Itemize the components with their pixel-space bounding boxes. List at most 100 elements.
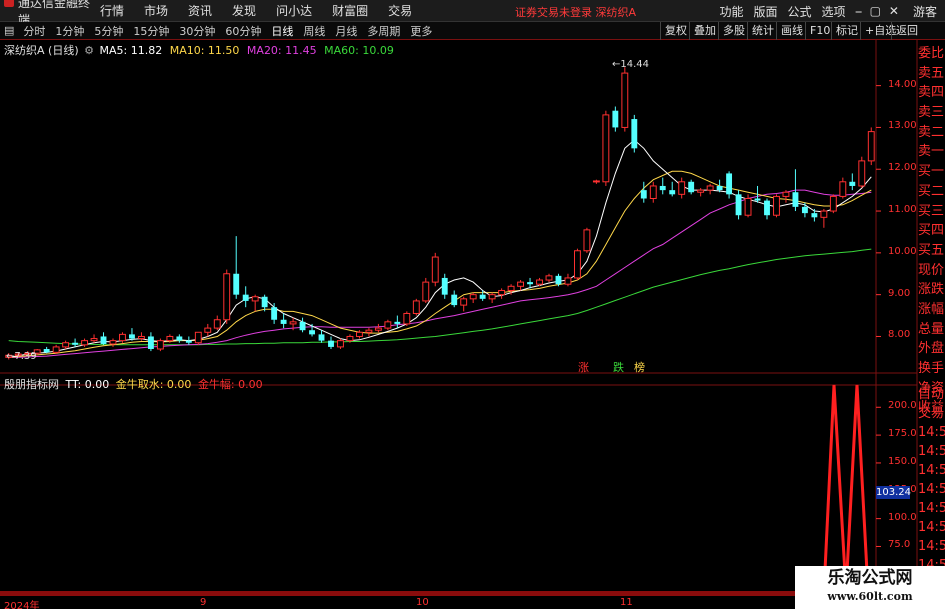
period-5min[interactable]: 5分钟 <box>89 23 128 39</box>
quote-panel-labels: 委比 卖五 卖四 卖三 卖二 卖一 买一 买二 买三 买四 买五 现价 涨跌 涨幅 总量 外盘 换手 净资 收益 <box>918 44 945 418</box>
candle-up <box>365 329 373 333</box>
period-daily[interactable]: 日线 <box>266 23 298 39</box>
quote-label: 换手 <box>918 361 945 376</box>
candle-down <box>43 349 50 353</box>
candle-up <box>649 185 657 200</box>
menu-bar: 通达信金融终端 行情 市场 资讯 发现 问小达 财富圈 交易 证券交易未登录 深… <box>0 0 945 27</box>
indicator-tick-label: 200.0 <box>888 400 917 412</box>
tool-duogu[interactable]: 多股 <box>718 22 749 40</box>
period-60min[interactable]: 60分钟 <box>220 23 266 39</box>
candle-up <box>697 189 705 193</box>
period-more[interactable]: 更多 <box>405 23 437 39</box>
candle-up <box>52 346 60 353</box>
period-1min[interactable]: 1分钟 <box>50 23 89 39</box>
candle-up <box>773 195 780 216</box>
candle-up <box>412 300 420 314</box>
indicator-tick-label: 175.0 <box>888 428 917 440</box>
period-30min[interactable]: 30分钟 <box>174 23 220 39</box>
tool-biaoji[interactable]: 标记 <box>831 22 862 40</box>
candle-down <box>318 334 325 341</box>
quote-label: 买一 <box>918 164 945 180</box>
menu-jiaoyi[interactable]: 交易 <box>388 2 412 19</box>
candle-up <box>62 342 70 348</box>
menu-xuanxiang[interactable]: 选项 <box>822 3 846 20</box>
signal-zhang: 涨 <box>578 361 589 374</box>
window-tools: 功能 版面 公式 选项 ⎯ ▢ ✕ 游客 <box>720 0 945 22</box>
quote-label: 涨跌 <box>918 282 945 298</box>
guest-label[interactable]: 游客 <box>913 3 937 20</box>
period-weekly[interactable]: 周线 <box>298 23 330 39</box>
quote-label: 外盘 <box>918 341 945 357</box>
candle-down <box>754 198 761 201</box>
candle-down <box>185 340 192 343</box>
chart-grid <box>0 40 945 609</box>
watermark-title: 乐淘公式网 <box>827 568 913 588</box>
indicator-zigzag <box>822 384 870 592</box>
tool-huaxian[interactable]: 画线 <box>776 22 807 40</box>
candle-down <box>72 342 79 345</box>
quote-label: 卖二 <box>918 124 945 140</box>
menu-gongneng[interactable]: 功能 <box>720 3 744 20</box>
menu-gongshi[interactable]: 公式 <box>788 3 812 20</box>
tool-tongji[interactable]: 统计 <box>747 22 778 40</box>
candlesticks <box>5 67 875 360</box>
candle-up <box>602 114 610 183</box>
low-label: ←7.39 <box>6 351 37 362</box>
menu-hangqing[interactable]: 行情 <box>100 2 124 19</box>
indicator-tick-label: 150.0 <box>888 455 917 467</box>
settings-icon[interactable]: ⚙ <box>84 44 94 57</box>
restore-icon[interactable]: ▢ <box>870 4 881 18</box>
price-tick-label: 14.00 <box>888 78 917 90</box>
price-tick-label: 9.00 <box>888 287 911 299</box>
candle-up <box>422 281 430 302</box>
ma20-label: MA20: 11.45 <box>246 44 317 57</box>
period-15min[interactable]: 15分钟 <box>128 23 174 39</box>
close-icon[interactable]: ✕ <box>889 4 899 18</box>
candle-down <box>726 173 733 195</box>
menu-faxian[interactable]: 发现 <box>232 2 256 19</box>
login-notice: 证券交易未登录 深纺织A <box>515 6 637 19</box>
sidebar-toggle-icon[interactable]: ▤ <box>0 24 18 37</box>
kline-chart[interactable] <box>0 40 945 609</box>
indicator-tt: TT: 0.00 <box>65 378 110 391</box>
candle-down <box>716 185 723 191</box>
candle-down <box>669 190 676 195</box>
high-label: ←14.44 <box>612 59 650 70</box>
candle-up <box>346 335 354 342</box>
menu-shichang[interactable]: 市场 <box>144 2 168 19</box>
period-monthly[interactable]: 月线 <box>330 23 362 39</box>
minimize-icon[interactable]: ⎯ <box>856 4 862 19</box>
watermark-url: www.60lt.com <box>827 590 913 603</box>
quote-label: 买三 <box>918 203 945 219</box>
x-label-10: 10 <box>416 597 429 608</box>
trade-label: 14:56 <box>918 520 945 535</box>
stock-title[interactable]: 深纺织A (日线) <box>4 44 79 57</box>
candle-up <box>431 256 439 283</box>
candle-down <box>176 336 183 341</box>
period-multi[interactable]: 多周期 <box>362 23 405 39</box>
tool-fanhui[interactable]: 返回 <box>891 22 922 40</box>
candle-up <box>223 273 231 321</box>
candle-up <box>460 298 468 306</box>
menu-caifuquan[interactable]: 财富圈 <box>332 2 368 19</box>
trade-label: 14:56 <box>918 425 945 440</box>
indicator-name[interactable]: 殷朋指标网 <box>4 378 59 391</box>
tool-diejia[interactable]: 叠加 <box>689 22 720 40</box>
price-tick-label: 8.00 <box>888 329 911 341</box>
tool-f10[interactable]: F10 <box>805 22 834 40</box>
candle-up <box>337 340 344 348</box>
ma5-line <box>8 139 872 358</box>
candle-down <box>811 213 818 218</box>
quote-label: 卖三 <box>918 105 945 121</box>
candle-up <box>564 277 572 285</box>
candle-down <box>764 200 770 216</box>
menu-zixun[interactable]: 资讯 <box>188 2 212 19</box>
candle-down <box>801 206 808 214</box>
quote-label: 买二 <box>918 183 945 199</box>
tool-fuquan[interactable]: 复权 <box>660 22 691 40</box>
candle-down <box>299 321 306 331</box>
menu-wenxiaoda[interactable]: 问小达 <box>276 2 312 19</box>
price-tick-label: 11.00 <box>888 204 917 216</box>
period-fenshi[interactable]: 分时 <box>18 23 50 39</box>
menu-banmian[interactable]: 版面 <box>754 3 778 20</box>
